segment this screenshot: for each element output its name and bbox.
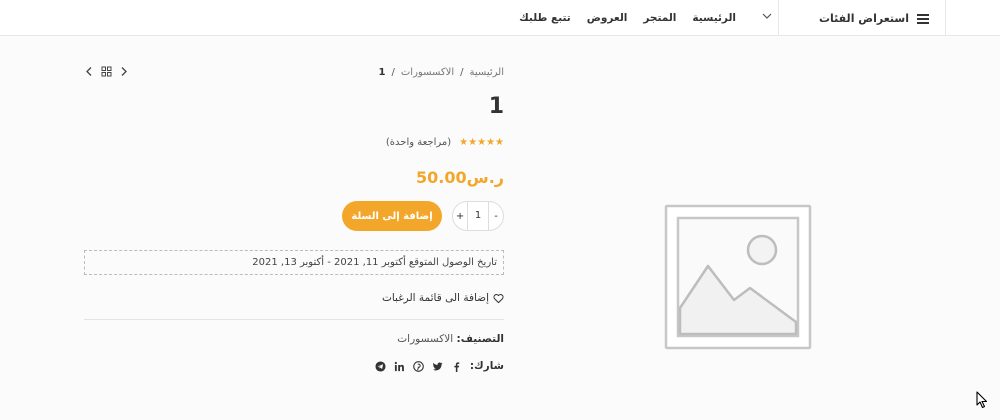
- browse-categories-button[interactable]: استعراض الفئات: [778, 0, 946, 36]
- twitter-icon[interactable]: [432, 361, 443, 372]
- main-menu: الرئيسية المتجر العروض تتبع طلبك: [519, 0, 740, 36]
- grid-icon[interactable]: [101, 66, 112, 77]
- facebook-icon[interactable]: [451, 361, 462, 372]
- star-rating-icon: ★★★★★: [459, 137, 504, 148]
- nav-link-home[interactable]: الرئيسية: [692, 12, 736, 24]
- chevron-right-icon[interactable]: [118, 66, 129, 77]
- nav-link-track-order[interactable]: تتبع طلبك: [519, 12, 571, 24]
- pinterest-icon[interactable]: [413, 360, 424, 372]
- hamburger-icon: [917, 13, 929, 24]
- delivery-estimate: تاريخ الوصول المتوقع أكتوبر 11, 2021 - أ…: [84, 250, 504, 275]
- share-row: شارك:: [300, 360, 504, 372]
- top-navigation-bar: استعراض الفئات الرئيسية المتجر العروض تت…: [0, 0, 1000, 36]
- telegram-icon[interactable]: [375, 360, 386, 372]
- chevron-down-icon[interactable]: [762, 11, 772, 21]
- product-navigation: [84, 64, 129, 78]
- quantity-input[interactable]: 1: [468, 201, 488, 231]
- nav-link-shop[interactable]: المتجر: [643, 12, 676, 24]
- add-to-cart-button[interactable]: إضافة إلى السلة: [342, 201, 442, 231]
- image-placeholder-icon: [664, 204, 812, 350]
- breadcrumb-home[interactable]: الرئيسية: [470, 67, 504, 78]
- breadcrumb-category[interactable]: الاكسسورات: [401, 67, 454, 78]
- product-rating: ★★★★★ (مراجعة واحدة): [300, 137, 504, 148]
- quantity-stepper: - 1 +: [452, 201, 504, 231]
- linkedin-icon[interactable]: [394, 361, 405, 372]
- category-link[interactable]: الاكسسورات: [397, 333, 453, 345]
- product-category: التصنيف: الاكسسورات: [300, 333, 504, 345]
- quantity-decrease-button[interactable]: -: [488, 201, 504, 231]
- browse-categories-label: استعراض الفئات: [818, 11, 909, 25]
- share-label: شارك:: [469, 360, 504, 372]
- breadcrumb: الرئيسية / الاكسسورات / 1: [300, 64, 504, 80]
- category-label: التصنيف:: [456, 333, 504, 345]
- divider: [84, 319, 504, 320]
- nav-link-offers[interactable]: العروض: [587, 12, 628, 24]
- mouse-cursor-icon: [976, 391, 988, 409]
- chevron-left-icon[interactable]: [84, 66, 95, 77]
- heart-icon: [493, 293, 504, 304]
- add-to-cart-form: - 1 + إضافة إلى السلة: [300, 201, 504, 231]
- reviews-link[interactable]: (مراجعة واحدة): [386, 137, 451, 148]
- add-to-wishlist-link[interactable]: إضافة الى قائمة الرغبات: [300, 292, 504, 304]
- quantity-increase-button[interactable]: +: [452, 201, 468, 231]
- product-image-placeholder[interactable]: [664, 204, 812, 350]
- breadcrumb-current: 1: [378, 66, 386, 78]
- wishlist-label: إضافة الى قائمة الرغبات: [381, 292, 489, 304]
- breadcrumb-separator: /: [391, 66, 395, 78]
- product-price: ر.س50.00: [416, 168, 504, 187]
- breadcrumb-separator: /: [460, 66, 464, 78]
- product-title: 1: [488, 94, 504, 119]
